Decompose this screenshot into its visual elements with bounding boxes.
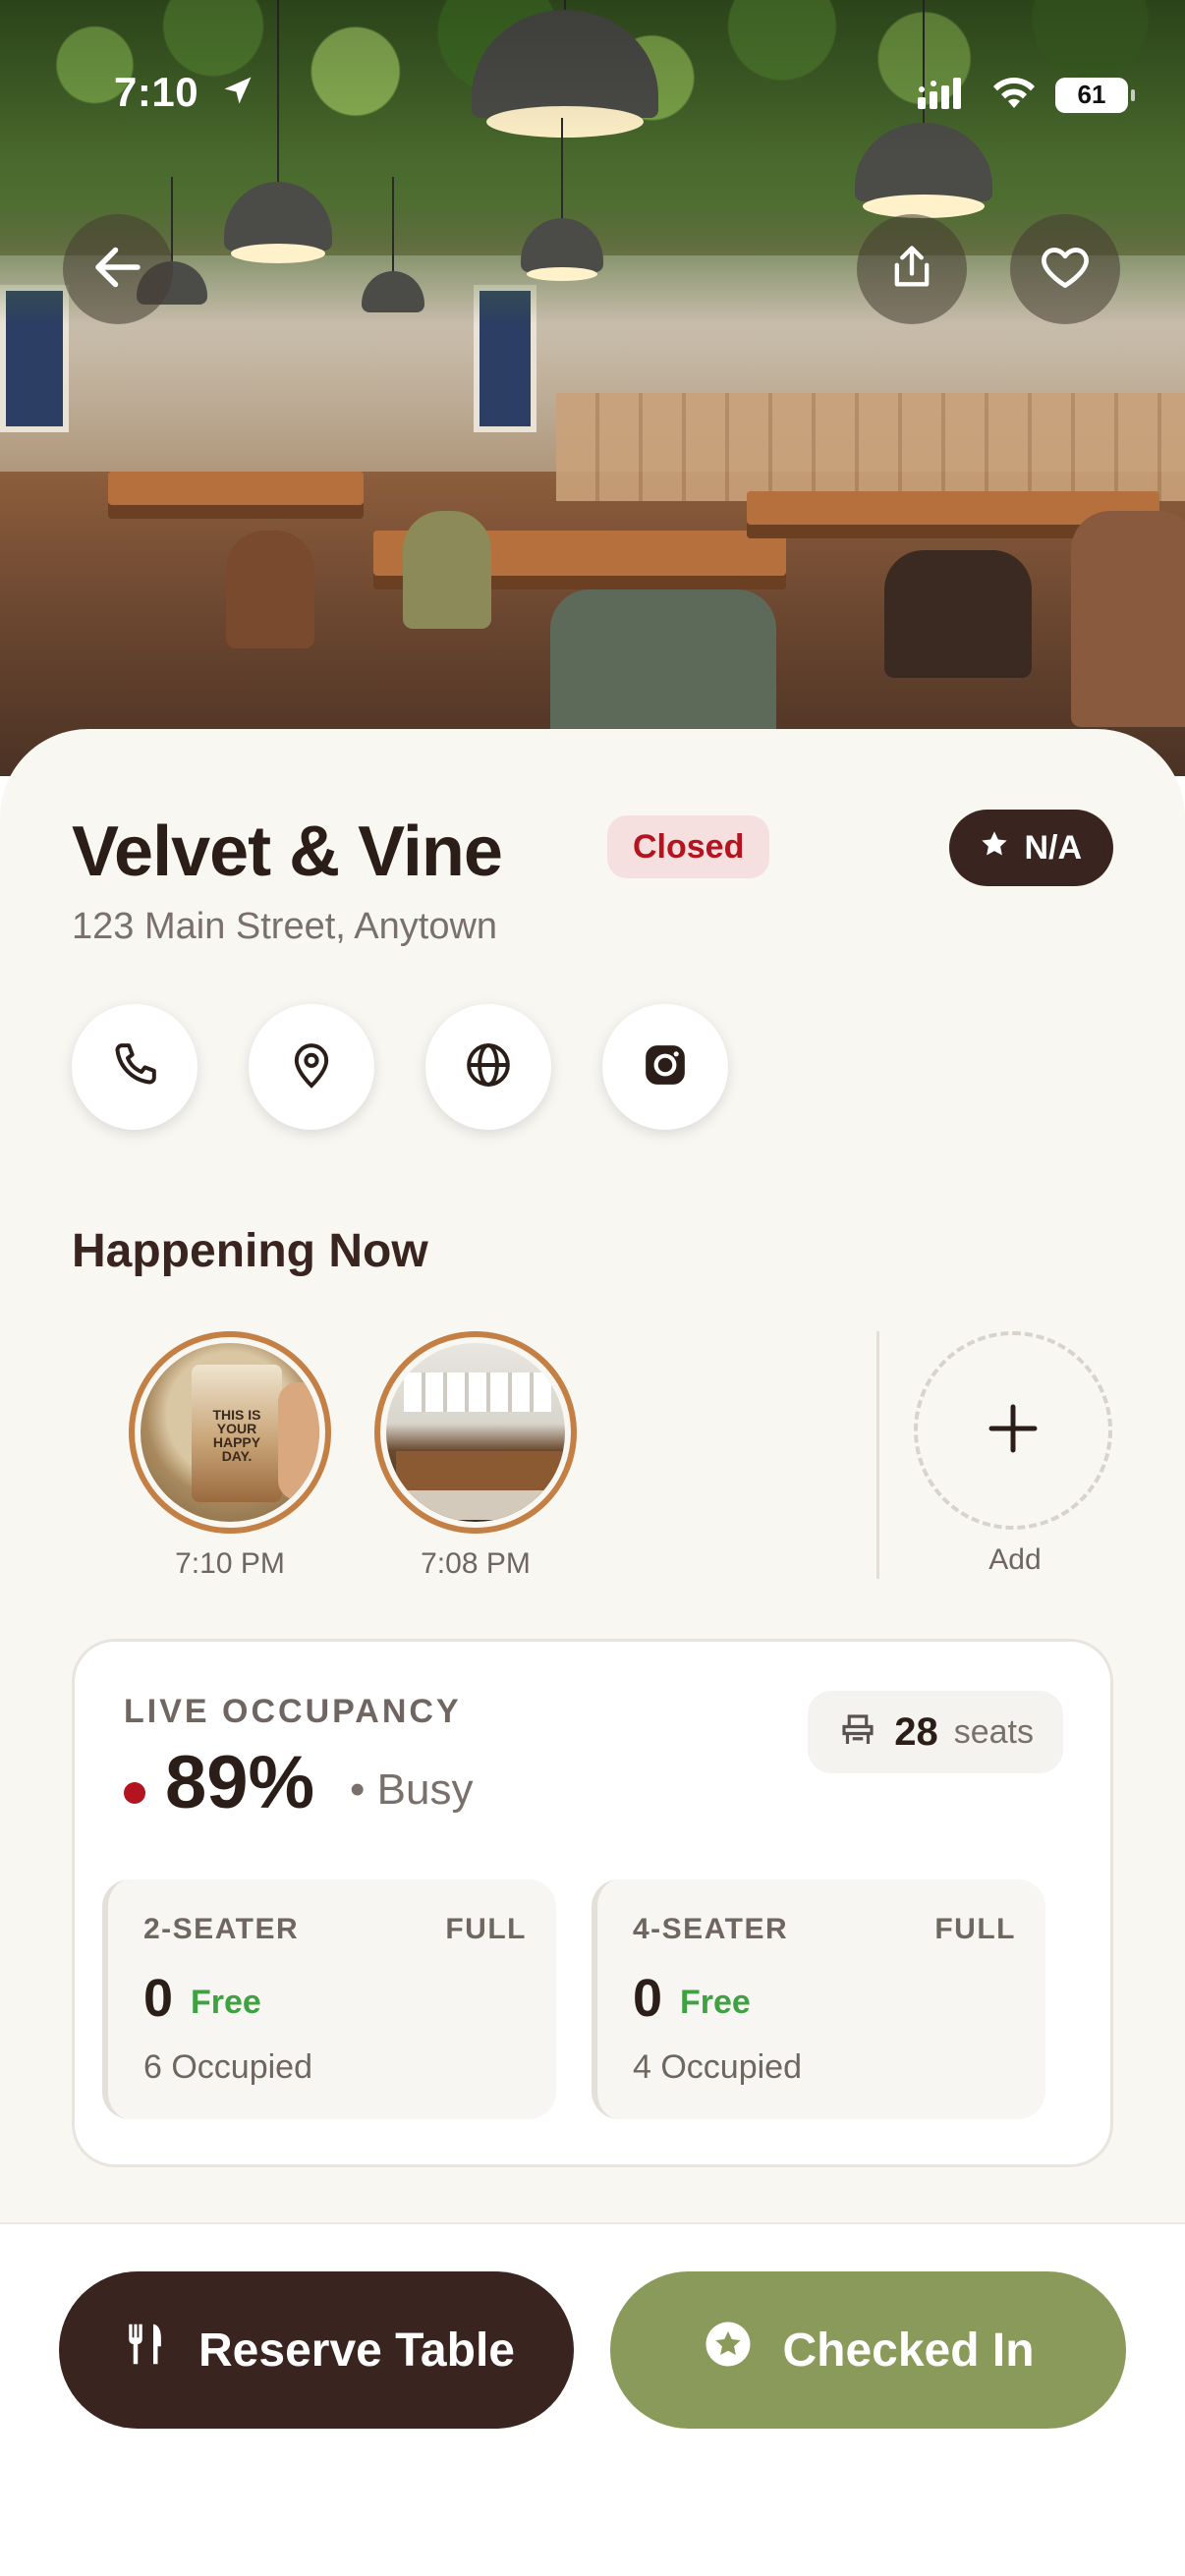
- free-count: 0: [143, 1969, 174, 2028]
- add-story-label: Add: [988, 1543, 1042, 1576]
- free-label: Free: [191, 1984, 261, 2021]
- story-caption: THIS IS YOUR HAPPY DAY.: [212, 1407, 261, 1464]
- back-arrow-icon: [88, 238, 147, 302]
- occupied-count: 6 Occupied: [143, 2048, 312, 2086]
- add-story-button[interactable]: Add: [914, 1331, 1116, 1577]
- seat-icon: [837, 1709, 878, 1756]
- reserve-table-button[interactable]: Reserve Table: [59, 2271, 574, 2429]
- story-thumbnail: THIS IS YOUR HAPPY DAY.: [141, 1343, 319, 1522]
- instagram-button[interactable]: [602, 1004, 728, 1130]
- back-button[interactable]: [63, 214, 173, 324]
- story-thumbnail: [386, 1343, 565, 1522]
- seats-count: 28: [894, 1709, 938, 1754]
- story-divider: [876, 1331, 879, 1579]
- occupancy-title: LIVE OCCUPANCY: [124, 1693, 462, 1730]
- free-label: Free: [680, 1984, 751, 2021]
- story-time: 7:08 PM: [421, 1547, 531, 1580]
- occupied-count: 4 Occupied: [633, 2048, 802, 2086]
- venue-name: Velvet & Vine: [72, 812, 503, 891]
- free-count: 0: [633, 1969, 663, 2028]
- seats-pill: 28 seats: [808, 1691, 1063, 1773]
- heart-icon: [1038, 240, 1093, 300]
- table-state: FULL: [445, 1913, 527, 1945]
- happening-now-title: Happening Now: [72, 1225, 428, 1277]
- story-item[interactable]: THIS IS YOUR HAPPY DAY. 7:10 PM: [129, 1331, 331, 1581]
- battery-indicator: 61: [1055, 77, 1135, 113]
- story-time: 7:10 PM: [175, 1547, 285, 1580]
- share-button[interactable]: [857, 214, 967, 324]
- status-time: 7:10: [114, 69, 199, 115]
- favorite-button[interactable]: [1010, 214, 1120, 324]
- call-button[interactable]: [72, 1004, 198, 1130]
- phone-icon: [107, 1037, 162, 1097]
- directions-button[interactable]: [249, 1004, 374, 1130]
- story-item[interactable]: 7:08 PM: [374, 1331, 577, 1581]
- map-pin-icon: [284, 1037, 339, 1097]
- plus-icon: [981, 1396, 1045, 1466]
- fork-knife-icon: [118, 2318, 171, 2382]
- seats-unit: seats: [953, 1712, 1034, 1751]
- checked-in-label: Checked In: [782, 2324, 1035, 2377]
- busy-indicator-dot: [124, 1782, 145, 1804]
- wifi-icon: [990, 75, 1038, 115]
- share-icon: [886, 242, 937, 298]
- contact-actions: [72, 1004, 728, 1130]
- instagram-icon: [638, 1037, 693, 1097]
- location-arrow-icon: [220, 73, 255, 113]
- table-type-card: 2-SEATER FULL 0 Free 6 Occupied: [102, 1879, 556, 2119]
- star-badge-icon: [702, 2318, 755, 2382]
- table-type-card: 4-SEATER FULL 0 Free 4 Occupied: [592, 1879, 1045, 2119]
- rating-value: N/A: [1024, 828, 1082, 867]
- signal-icon: [918, 76, 973, 114]
- table-type: 2-SEATER: [143, 1913, 300, 1945]
- venue-address: 123 Main Street, Anytown: [72, 906, 498, 947]
- occupancy-status: • Busy: [350, 1765, 474, 1814]
- website-button[interactable]: [425, 1004, 551, 1130]
- status-bar: 7:10 61: [0, 59, 1185, 118]
- table-state: FULL: [934, 1913, 1016, 1945]
- table-type: 4-SEATER: [633, 1913, 789, 1945]
- globe-icon: [461, 1037, 516, 1097]
- occupancy-percent: 89%: [165, 1741, 315, 1824]
- reserve-table-label: Reserve Table: [198, 2324, 515, 2377]
- checked-in-button[interactable]: Checked In: [610, 2271, 1126, 2429]
- star-icon: [979, 828, 1010, 868]
- status-badge: Closed: [607, 815, 770, 878]
- occupancy-card: LIVE OCCUPANCY 89% • Busy 28 seats 2-SEA…: [72, 1639, 1113, 2167]
- rating-badge[interactable]: N/A: [949, 810, 1113, 886]
